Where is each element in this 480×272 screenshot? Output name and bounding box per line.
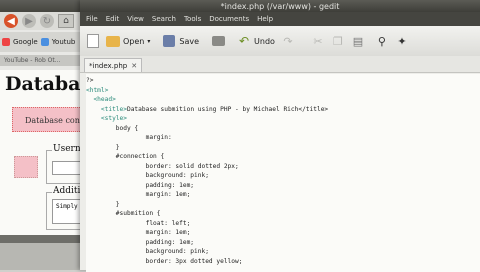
back-arrow-icon[interactable]: ◀ xyxy=(4,14,18,28)
search-icon: ⚲ xyxy=(377,34,386,48)
code-text: float: left; xyxy=(86,219,191,227)
clipboard-icon: ▤ xyxy=(352,34,364,48)
bookmark-google[interactable]: Google xyxy=(13,38,38,46)
code-tag: <head> xyxy=(93,96,116,103)
code-tag: <style> xyxy=(100,115,127,122)
code-line: margin: 1em; xyxy=(86,190,480,200)
chevron-down-icon[interactable]: ▾ xyxy=(147,38,150,45)
undo-icon: ↶ xyxy=(239,34,250,48)
code-line: } xyxy=(86,143,480,153)
print-button[interactable] xyxy=(211,34,225,48)
menu-tools[interactable]: Tools xyxy=(184,15,201,23)
window-title: *index.php (/var/www) - gedit xyxy=(80,0,480,12)
code-text: Database submition using PHP - by Michae… xyxy=(126,105,329,113)
close-icon[interactable]: ✕ xyxy=(131,62,137,70)
bookmark-youtube[interactable]: Youtub xyxy=(52,38,76,46)
scissors-icon: ✂ xyxy=(313,34,323,48)
menu-view[interactable]: View xyxy=(127,15,144,23)
code-line: } xyxy=(86,200,480,210)
copy-icon: ❐ xyxy=(333,34,343,48)
code-text: margin: 1em; xyxy=(86,229,191,236)
code-line: <html> xyxy=(86,86,480,96)
print-icon xyxy=(211,34,225,48)
tab-label: *index.php xyxy=(89,61,128,70)
document-tabs: *index.php ✕ xyxy=(80,56,480,73)
bookmarks-bar: Google Youtub xyxy=(0,32,92,52)
code-text: } xyxy=(86,200,120,208)
toolbar: Open ▾ Save ↶ Undo ↷ ✂ ❐ ▤ ⚲ ✦ xyxy=(80,26,480,57)
code-text: margin: xyxy=(86,134,172,141)
code-line: #connection { xyxy=(86,152,480,162)
gedit-window: *index.php (/var/www) - gedit File Edit … xyxy=(80,0,480,272)
code-line: border: solid dotted 2px; xyxy=(86,162,480,172)
code-text: border: solid dotted 2px; xyxy=(86,162,239,170)
new-button[interactable] xyxy=(86,34,100,48)
folder-icon xyxy=(106,34,120,48)
page-title: Databas xyxy=(5,73,92,95)
undo-label: Undo xyxy=(254,36,275,46)
save-label: Save xyxy=(179,36,200,46)
find-button[interactable]: ⚲ xyxy=(375,34,389,48)
menubar: File Edit View Search Tools Documents He… xyxy=(80,12,480,26)
forward-arrow-icon[interactable]: ▶ xyxy=(22,14,36,28)
menu-documents[interactable]: Documents xyxy=(209,15,249,23)
code-text: background: pink; xyxy=(86,248,209,255)
code-editor[interactable]: ?> <html> <head> <title>Database submitio… xyxy=(86,74,480,272)
replace-button[interactable]: ✦ xyxy=(395,34,409,48)
code-text: } xyxy=(86,143,120,151)
code-line: padding: 1em; xyxy=(86,181,480,191)
reload-icon[interactable]: ↻ xyxy=(40,14,54,28)
code-tag: <title> xyxy=(100,105,127,113)
code-line: background: pink; xyxy=(86,171,480,181)
code-line: margin: xyxy=(86,133,480,143)
code-line: body { xyxy=(86,124,480,134)
code-text: margin: 1em; xyxy=(86,191,191,198)
cut-button[interactable]: ✂ xyxy=(311,34,325,48)
new-document-icon xyxy=(86,34,100,48)
code-tag: <html> xyxy=(86,86,109,94)
save-button[interactable]: Save xyxy=(162,34,199,48)
code-line: <head> xyxy=(86,95,480,105)
code-text: border: 3px dotted yellow; xyxy=(86,257,243,265)
code-text: #submition { xyxy=(86,210,161,217)
menu-edit[interactable]: Edit xyxy=(106,15,120,23)
youtube-icon xyxy=(40,38,49,46)
undo-button[interactable]: ↶ Undo xyxy=(237,34,275,48)
google-icon xyxy=(2,38,10,46)
save-icon xyxy=(162,34,176,48)
tab-index-php[interactable]: *index.php ✕ xyxy=(84,58,143,72)
copy-button[interactable]: ❐ xyxy=(331,34,345,48)
code-line: background: pink; xyxy=(86,247,480,257)
code-line: <style> xyxy=(86,114,480,124)
code-line: ?> xyxy=(86,76,480,86)
code-line: border: 3px dotted yellow; xyxy=(86,257,480,267)
open-button[interactable]: Open ▾ xyxy=(106,34,150,48)
menu-help[interactable]: Help xyxy=(257,15,273,23)
code-text: padding: 1em; xyxy=(86,181,195,189)
code-text: background: pink; xyxy=(86,172,209,179)
code-text: ?> xyxy=(86,77,94,84)
paste-button[interactable]: ▤ xyxy=(351,34,365,48)
find-replace-icon: ✦ xyxy=(397,34,407,48)
code-text: body { xyxy=(86,124,139,132)
addition-legend: Additi xyxy=(52,186,82,196)
code-line: #submition { xyxy=(86,209,480,219)
code-line: <title>Database submition using PHP - by… xyxy=(86,105,480,115)
code-line: float: left; xyxy=(86,219,480,229)
code-text: #connection { xyxy=(86,153,165,160)
code-text: padding: 1em; xyxy=(86,238,195,246)
menu-file[interactable]: File xyxy=(86,15,98,23)
redo-button[interactable]: ↷ xyxy=(281,34,295,48)
redo-icon: ↷ xyxy=(283,34,293,48)
code-line: margin: 1em; xyxy=(86,228,480,238)
browser-page: Databas Database con Userna Additi Simpl… xyxy=(0,70,97,235)
open-label: Open xyxy=(123,36,145,46)
submition-box xyxy=(14,156,38,178)
home-icon[interactable]: ⌂ xyxy=(58,14,74,28)
taskbar-strip xyxy=(0,235,90,243)
code-line: padding: 1em; xyxy=(86,238,480,248)
menu-search[interactable]: Search xyxy=(152,15,176,23)
